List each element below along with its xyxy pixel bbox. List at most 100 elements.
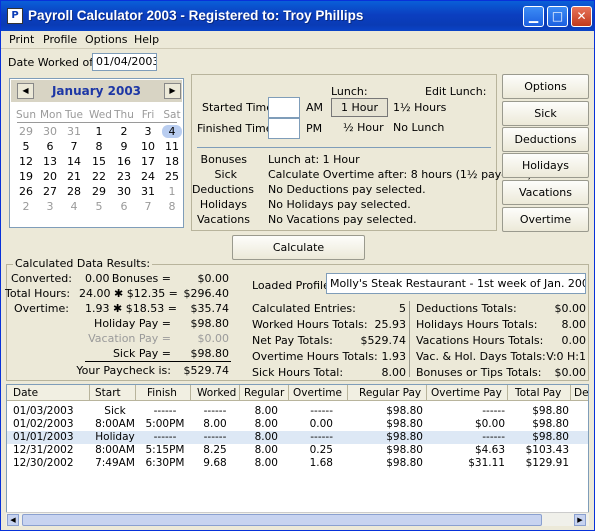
horizontal-scrollbar[interactable]: ◀ ▶ xyxy=(6,512,589,526)
loaded-profile-field[interactable]: Molly's Steak Restaurant - 1st week of J… xyxy=(326,273,586,294)
deductions-button[interactable]: Deductions xyxy=(502,127,589,152)
menu-options[interactable]: Options xyxy=(85,33,127,46)
table-cell: $98.80 xyxy=(386,444,423,456)
calendar-day[interactable]: 26 xyxy=(16,185,36,198)
calendar-day[interactable]: 12 xyxy=(16,155,36,168)
calendar-day[interactable]: 2 xyxy=(114,125,134,138)
calendar-day[interactable]: 7 xyxy=(64,140,84,153)
options-button[interactable]: Options xyxy=(502,74,589,99)
calendar-day[interactable]: 13 xyxy=(40,155,60,168)
table-row[interactable]: 01/02/2003 8:00AM 5:00PM 8.00 8.00 0.00 $98.80… xyxy=(7,418,588,431)
calendar-day[interactable]: 1 xyxy=(89,125,109,138)
started-time-input[interactable] xyxy=(268,97,300,118)
table-row[interactable]: 12/30/2002 7:49AM 6:30PM 9.68 8.00 1.68 $98.80… xyxy=(7,457,588,470)
col-divider[interactable] xyxy=(135,385,136,401)
scroll-thumb[interactable] xyxy=(22,514,542,526)
calendar-day[interactable]: 7 xyxy=(138,200,158,213)
col-header-regular-pay[interactable]: Regular Pay xyxy=(359,387,421,399)
calendar-day[interactable]: 31 xyxy=(64,125,84,138)
close-button[interactable]: ✕ xyxy=(571,6,592,27)
calendar-day[interactable]: 24 xyxy=(138,170,158,183)
col-divider[interactable] xyxy=(570,385,571,401)
calendar-day[interactable]: 27 xyxy=(40,185,60,198)
table-cell: 01/01/2003 xyxy=(13,431,74,443)
vacations-button[interactable]: Vacations xyxy=(502,180,589,205)
calendar-day[interactable]: 3 xyxy=(40,200,60,213)
maximize-button[interactable]: □ xyxy=(547,6,568,27)
col-header-overtime[interactable]: Overtime xyxy=(293,387,342,399)
col-header-worked[interactable]: Worked xyxy=(197,387,236,399)
calendar-day[interactable]: 5 xyxy=(89,200,109,213)
sick-button[interactable]: Sick xyxy=(502,101,589,126)
calendar-day[interactable]: 31 xyxy=(138,185,158,198)
calendar-day[interactable]: 30 xyxy=(114,185,134,198)
calendar-day[interactable]: 28 xyxy=(64,185,84,198)
col-header-date[interactable]: Date xyxy=(13,387,38,399)
calendar-day[interactable]: 20 xyxy=(40,170,60,183)
col-divider[interactable] xyxy=(347,385,348,401)
next-month-button[interactable]: ▶ xyxy=(164,83,181,99)
table-row[interactable]: 01/01/2003 Holiday ------ ------ 8.00 ------ $… xyxy=(7,431,588,444)
col-divider[interactable] xyxy=(89,385,90,401)
col-divider[interactable] xyxy=(288,385,289,401)
calendar-day[interactable]: 11 xyxy=(162,140,182,153)
calendar-day[interactable]: 10 xyxy=(138,140,158,153)
minimize-button[interactable]: ▁ xyxy=(523,6,544,27)
scroll-right-button[interactable]: ▶ xyxy=(574,514,586,526)
col-divider[interactable] xyxy=(426,385,427,401)
menu-print[interactable]: Print xyxy=(9,33,34,46)
scroll-left-button[interactable]: ◀ xyxy=(7,514,19,526)
col-divider[interactable] xyxy=(190,385,191,401)
month-calendar[interactable]: ◀ January 2003 ▶ Sun Mon Tue Wed Thu Fri Sat 2… xyxy=(9,78,184,228)
col-header-finish[interactable]: Finish xyxy=(147,387,177,399)
date-worked-input[interactable]: 01/04/2003 xyxy=(92,53,157,71)
entries-table[interactable]: Date Start Finish Worked Regular Overtim… xyxy=(6,384,589,526)
lunch-half-hour-option[interactable]: ½ Hour xyxy=(343,121,384,134)
calendar-day[interactable]: 8 xyxy=(162,200,182,213)
calendar-day[interactable]: 22 xyxy=(89,170,109,183)
calendar-day[interactable]: 18 xyxy=(162,155,182,168)
col-header-de[interactable]: De xyxy=(574,387,588,399)
calendar-day[interactable]: 25 xyxy=(162,170,182,183)
calendar-day[interactable]: 4 xyxy=(64,200,84,213)
col-header-regular[interactable]: Regular xyxy=(244,387,284,399)
calendar-day[interactable]: 3 xyxy=(138,125,158,138)
calendar-day[interactable]: 30 xyxy=(40,125,60,138)
calendar-day[interactable]: 29 xyxy=(16,125,36,138)
col-divider[interactable] xyxy=(507,385,508,401)
calendar-day[interactable]: 9 xyxy=(114,140,134,153)
calendar-day[interactable]: 23 xyxy=(114,170,134,183)
menu-profile[interactable]: Profile xyxy=(43,33,77,46)
calendar-day[interactable]: 21 xyxy=(64,170,84,183)
edit-lunch-1half-option[interactable]: 1½ Hours xyxy=(393,101,446,114)
calendar-day[interactable]: 2 xyxy=(16,200,36,213)
calendar-day[interactable]: 4 xyxy=(162,125,182,138)
calendar-day[interactable]: 6 xyxy=(114,200,134,213)
calendar-day[interactable]: 19 xyxy=(16,170,36,183)
calendar-day[interactable]: 17 xyxy=(138,155,158,168)
calendar-day[interactable]: 16 xyxy=(114,155,134,168)
finished-time-input[interactable] xyxy=(268,118,300,139)
col-header-start[interactable]: Start xyxy=(95,387,121,399)
holidays-button[interactable]: Holidays xyxy=(502,153,589,178)
col-header-overtime-pay[interactable]: Overtime Pay xyxy=(431,387,502,399)
edit-lunch-none-option[interactable]: No Lunch xyxy=(393,121,444,134)
calendar-day[interactable]: 29 xyxy=(89,185,109,198)
col-header-total-pay[interactable]: Total Pay xyxy=(515,387,561,399)
col-divider[interactable] xyxy=(239,385,240,401)
calendar-day[interactable]: 5 xyxy=(16,140,36,153)
calculate-button[interactable]: Calculate xyxy=(232,235,365,260)
table-cell: $98.80 xyxy=(532,431,569,443)
bonuses-value: $0.00 xyxy=(197,272,230,285)
menu-help[interactable]: Help xyxy=(134,33,159,46)
title-bar[interactable]: P Payroll Calculator 2003 - Registered t… xyxy=(1,1,594,31)
table-row[interactable]: 01/03/2003 Sick ------ ------ 8.00 ------ $98.… xyxy=(7,405,588,418)
calendar-day[interactable]: 14 xyxy=(64,155,84,168)
calendar-day[interactable]: 15 xyxy=(89,155,109,168)
calendar-day[interactable]: 1 xyxy=(162,185,182,198)
lunch-1hour-option[interactable]: 1 Hour xyxy=(331,98,388,117)
calendar-day[interactable]: 8 xyxy=(89,140,109,153)
table-row[interactable]: 12/31/2002 8:00AM 5:15PM 8.25 8.00 0.25 $98.80… xyxy=(7,444,588,457)
overtime-button[interactable]: Overtime xyxy=(502,207,589,232)
calendar-day[interactable]: 6 xyxy=(40,140,60,153)
